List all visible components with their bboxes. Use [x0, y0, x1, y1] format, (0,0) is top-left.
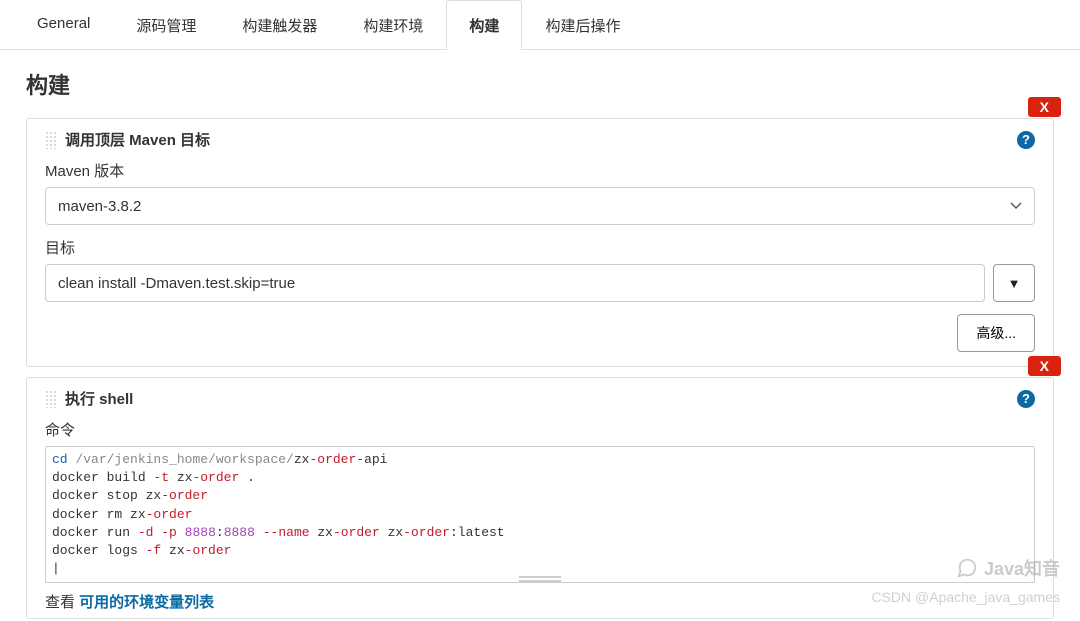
tab-post-build[interactable]: 构建后操作 — [522, 0, 643, 50]
env-link-prefix: 查看 — [45, 594, 79, 611]
delete-shell-step-button[interactable]: X — [1028, 356, 1061, 376]
page-title: 构建 — [0, 50, 1080, 114]
tab-build[interactable]: 构建 — [446, 0, 522, 50]
resize-handle[interactable] — [519, 576, 561, 582]
tab-scm[interactable]: 源码管理 — [113, 0, 219, 50]
maven-version-select[interactable]: maven-3.8.2 — [45, 187, 1035, 225]
goals-expand-button[interactable]: ▼ — [993, 264, 1035, 302]
maven-goals-label: 目标 — [45, 237, 1035, 258]
tab-general[interactable]: General — [14, 0, 113, 50]
shell-step-title: 执行 shell — [65, 388, 1009, 409]
delete-maven-step-button[interactable]: X — [1028, 97, 1061, 117]
drag-handle-icon[interactable] — [45, 390, 57, 408]
advanced-button[interactable]: 高级... — [957, 314, 1035, 352]
shell-command-label: 命令 — [45, 419, 1035, 440]
maven-build-step: X 调用顶层 Maven 目标 ? Maven 版本 maven-3.8.2 目… — [26, 118, 1054, 367]
config-tabs: General 源码管理 构建触发器 构建环境 构建 构建后操作 — [0, 0, 1080, 50]
maven-goals-input[interactable] — [45, 264, 985, 302]
shell-command-textarea[interactable]: cd /var/jenkins_home/workspace/zx-order-… — [45, 446, 1035, 583]
drag-handle-icon[interactable] — [45, 131, 57, 149]
shell-build-step: X 执行 shell ? 命令 cd /var/jenkins_home/wor… — [26, 377, 1054, 619]
tab-triggers[interactable]: 构建触发器 — [219, 0, 340, 50]
help-icon[interactable]: ? — [1017, 390, 1035, 408]
env-variables-link[interactable]: 可用的环境变量列表 — [79, 594, 214, 611]
maven-step-title: 调用顶层 Maven 目标 — [65, 129, 1009, 150]
help-icon[interactable]: ? — [1017, 131, 1035, 149]
maven-version-label: Maven 版本 — [45, 160, 1035, 181]
tab-env[interactable]: 构建环境 — [340, 0, 446, 50]
